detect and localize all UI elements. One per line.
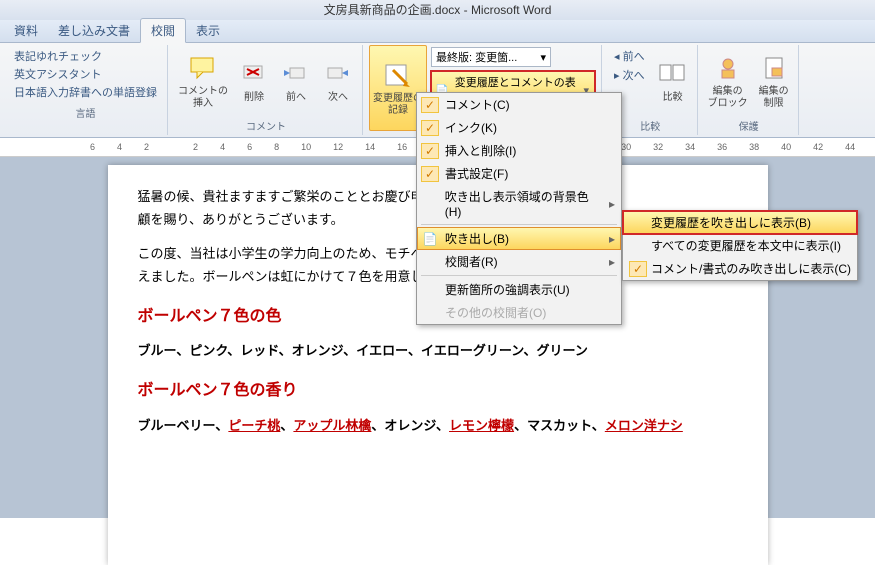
prev-icon: ◂ xyxy=(614,51,620,63)
menu-insertions-deletions[interactable]: ✓挿入と削除(I) xyxy=(417,139,621,162)
chevron-right-icon: ▸ xyxy=(609,255,615,269)
menu-balloon-bg[interactable]: 吹き出し表示領域の背景色(H)▸ xyxy=(417,185,621,222)
track-changes-icon xyxy=(382,59,414,91)
compare-icon xyxy=(657,58,689,90)
group-label: 言語 xyxy=(76,103,96,122)
chevron-right-icon: ▸ xyxy=(609,232,615,246)
tab-review[interactable]: 校閲 xyxy=(140,18,186,43)
btn-insert-comment[interactable]: コメントの 挿入 xyxy=(174,45,232,116)
menu-comments[interactable]: ✓コメント(C) xyxy=(417,93,621,116)
menu-formatting[interactable]: ✓書式設定(F) xyxy=(417,162,621,185)
separator xyxy=(421,224,617,225)
chevron-right-icon: ▸ xyxy=(609,197,615,211)
separator xyxy=(421,275,617,276)
submenu-comments-only[interactable]: ✓コメント/書式のみ吹き出しに表示(C) xyxy=(623,257,857,280)
menu-ink[interactable]: ✓インク(K) xyxy=(417,116,621,139)
btn-delete-comment[interactable]: 削除 xyxy=(234,45,274,116)
menu-highlight-updates[interactable]: 更新箇所の強調表示(U) xyxy=(417,278,621,301)
paragraph[interactable]: ブルー、ピンク、レッド、オレンジ、イエロー、イエローグリーン、グリーン xyxy=(138,339,738,362)
btn-prev-comment[interactable]: 前へ xyxy=(276,45,316,116)
btn-next-comment[interactable]: 次へ xyxy=(318,45,358,116)
btn-block-authors[interactable]: 編集の ブロック xyxy=(704,45,752,116)
menu-reviewers[interactable]: 校閲者(R)▸ xyxy=(417,250,621,273)
submenu-show-in-balloons[interactable]: 変更履歴を吹き出しに表示(B) xyxy=(623,211,857,234)
btn-previous-change[interactable]: ◂ 前へ xyxy=(610,47,649,65)
heading[interactable]: ボールペン７色の香り xyxy=(138,377,738,406)
next-icon xyxy=(322,58,354,90)
chevron-down-icon: ▾ xyxy=(540,51,546,64)
checkbox-icon: ✓ xyxy=(629,261,647,277)
menu-other-reviewers: その他の校閲者(O) xyxy=(417,301,621,324)
btn-compare[interactable]: 比較 xyxy=(653,45,693,116)
tracked-insert: アップル林檎 xyxy=(293,418,371,433)
paragraph[interactable]: ブルーベリー、ピーチ桃、アップル林檎、オレンジ、レモン檸檬、マスカット、メロン洋… xyxy=(138,414,738,437)
next-icon: ▸ xyxy=(614,70,620,82)
btn-next-change[interactable]: ▸ 次へ xyxy=(610,66,649,84)
group-comments: コメントの 挿入 削除 前へ 次へ コメント xyxy=(170,45,363,135)
block-icon xyxy=(712,52,744,84)
restrict-icon xyxy=(758,52,790,84)
balloon-icon: 📄 xyxy=(421,231,439,247)
tracked-insert: メロン洋ナシ xyxy=(605,418,683,433)
group-protect: 編集の ブロック 編集の 制限 保護 xyxy=(700,45,799,135)
delete-comment-icon xyxy=(238,58,270,90)
checkbox-icon: ✓ xyxy=(421,166,439,182)
prev-icon xyxy=(280,58,312,90)
comment-icon xyxy=(187,52,219,84)
tracked-insert: ピーチ桃 xyxy=(228,418,280,433)
menu-balloons[interactable]: 📄吹き出し(B)▸ xyxy=(417,227,621,250)
btn-english-assist[interactable]: 英文アシスタント xyxy=(10,65,161,83)
submenu-show-inline[interactable]: すべての変更履歴を本文中に表示(I) xyxy=(623,234,857,257)
group-language: 表記ゆれチェック 英文アシスタント 日本語入力辞書への単語登録 言語 xyxy=(4,45,168,135)
group-label: 保護 xyxy=(739,116,759,135)
tab-mailmerge[interactable]: 差し込み文書 xyxy=(48,19,140,42)
tracking-display-dropdown[interactable]: 最終版: 変更箇...▾ xyxy=(431,47,551,67)
title-bar: 文房具新商品の企画.docx - Microsoft Word xyxy=(0,0,875,20)
tab-shiryo[interactable]: 資料 xyxy=(4,19,48,42)
checkbox-icon: ✓ xyxy=(421,120,439,136)
balloons-submenu: 変更履歴を吹き出しに表示(B) すべての変更履歴を本文中に表示(I) ✓コメント… xyxy=(622,210,858,281)
show-markup-menu: ✓コメント(C) ✓インク(K) ✓挿入と削除(I) ✓書式設定(F) 吹き出し… xyxy=(416,92,622,325)
btn-dict-register[interactable]: 日本語入力辞書への単語登録 xyxy=(10,83,161,101)
group-label: コメント xyxy=(246,116,286,135)
ribbon-tabs: 資料 差し込み文書 校閲 表示 xyxy=(0,20,875,43)
tab-view[interactable]: 表示 xyxy=(186,19,230,42)
tracked-insert: レモン檸檬 xyxy=(449,418,514,433)
btn-restrict-editing[interactable]: 編集の 制限 xyxy=(754,45,794,116)
checkbox-icon: ✓ xyxy=(421,143,439,159)
group-label: 比較 xyxy=(640,116,660,135)
checkbox-icon: ✓ xyxy=(421,97,439,113)
btn-spellcheck[interactable]: 表記ゆれチェック xyxy=(10,47,161,65)
